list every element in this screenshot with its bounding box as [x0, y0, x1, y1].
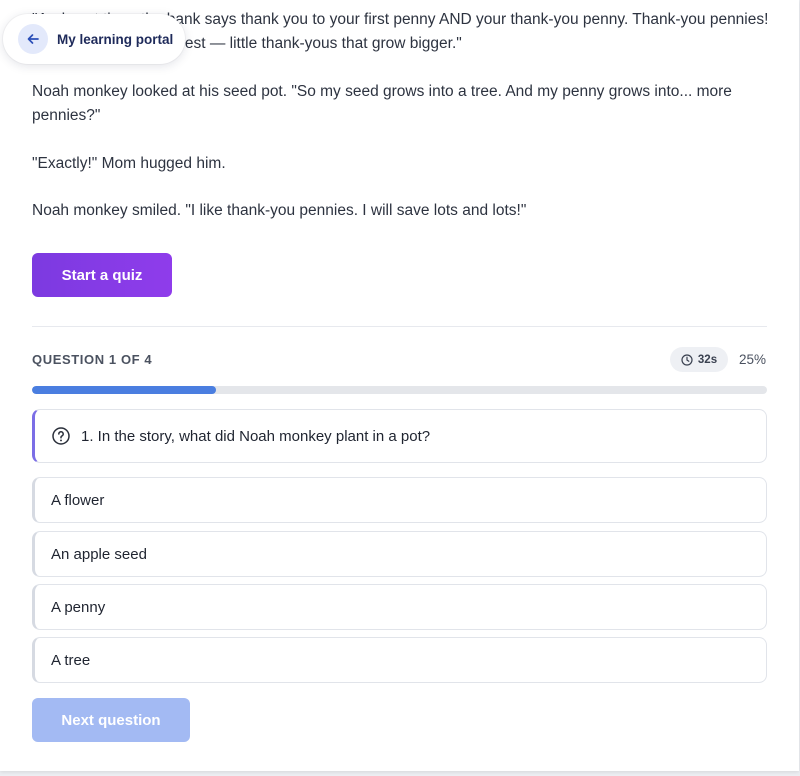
back-label: My learning portal — [57, 31, 174, 47]
story-paragraph: "Exactly!" Mom hugged him. — [32, 155, 226, 172]
answer-option-label: A flower — [51, 491, 105, 509]
question-counter: QUESTION 1 OF 4 — [32, 352, 153, 367]
question-card: 1. In the story, what did Noah monkey pl… — [32, 409, 767, 463]
progress-percent: 25% — [739, 352, 767, 367]
divider — [32, 326, 767, 327]
next-question-button[interactable]: Next question — [32, 698, 190, 742]
progress-fill — [32, 386, 216, 394]
story-paragraph: Noah monkey looked at his seed pot. "So … — [32, 83, 732, 124]
answer-option-label: A tree — [51, 651, 91, 669]
timer-badge: 32s — [670, 347, 728, 372]
progress-bar — [32, 386, 767, 394]
answer-option[interactable]: A flower — [32, 477, 767, 523]
answer-option-label: An apple seed — [51, 545, 147, 563]
story-quiz-card: "And next time, the bank says thank you … — [0, 0, 799, 771]
start-quiz-button[interactable]: Start a quiz — [32, 253, 172, 297]
answer-option-label: A penny — [51, 598, 106, 616]
answer-option[interactable]: A penny — [32, 584, 767, 630]
answer-option[interactable]: An apple seed — [32, 531, 767, 577]
clock-icon — [681, 353, 693, 366]
arrow-left-icon — [18, 24, 48, 54]
answer-option[interactable]: A tree — [32, 637, 767, 683]
story-paragraph: Noah monkey smiled. "I like thank-you pe… — [32, 202, 527, 219]
back-to-portal-button[interactable]: My learning portal — [3, 14, 185, 64]
question-help-icon — [51, 426, 71, 446]
timer-value: 32s — [697, 353, 718, 366]
question-text: 1. In the story, what did Noah monkey pl… — [81, 427, 431, 445]
